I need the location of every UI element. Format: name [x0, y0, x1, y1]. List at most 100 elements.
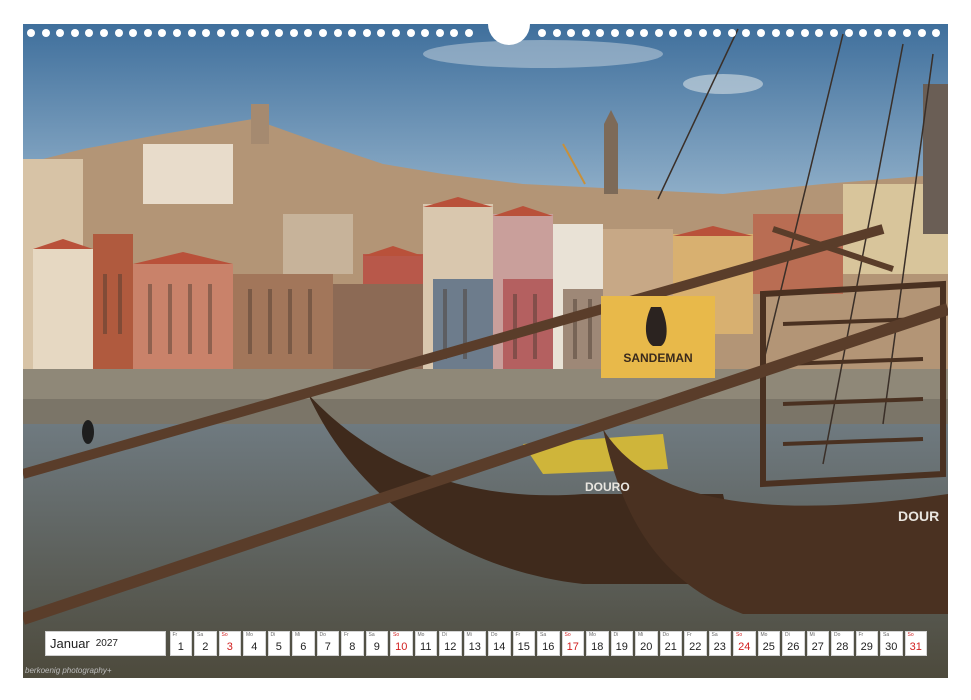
binding-hole	[421, 29, 430, 37]
binding-hole	[917, 29, 926, 37]
day-cell: So 24	[733, 631, 756, 656]
day-weekday: Do	[834, 632, 841, 638]
day-weekday: Do	[319, 632, 326, 638]
day-cell: Do 7	[316, 631, 339, 656]
day-weekday: Di	[270, 632, 276, 638]
day-number: 24	[738, 641, 751, 653]
day-number: 23	[713, 641, 726, 653]
binding-hole	[873, 29, 882, 37]
day-weekday: Do	[491, 632, 498, 638]
binding-hole	[435, 29, 444, 37]
day-weekday: Di	[442, 632, 447, 638]
binding-hole	[932, 29, 941, 37]
day-number: 25	[762, 641, 775, 653]
binding-hole	[465, 29, 473, 37]
binding-hole	[800, 29, 809, 37]
day-cell: Do 28	[831, 631, 854, 656]
day-cell: Sa 2	[194, 631, 217, 656]
calendar-hanger-notch	[488, 24, 530, 45]
binding-hole	[362, 29, 371, 37]
day-weekday: Fr	[172, 632, 178, 638]
day-number: 22	[689, 641, 702, 653]
day-cell: Sa 16	[537, 631, 560, 656]
day-number: 2	[202, 641, 209, 653]
day-cell: Mo 11	[414, 631, 437, 656]
binding-hole	[786, 29, 795, 37]
day-cell: Di 19	[610, 631, 633, 656]
binding-hole	[56, 29, 65, 37]
binding-hole	[698, 29, 707, 37]
day-cell: Fr 29	[855, 631, 878, 656]
day-cell: Di 12	[439, 631, 462, 656]
day-number: 5	[275, 641, 282, 653]
binding-hole	[713, 29, 722, 37]
cormorant-bird	[82, 420, 94, 444]
day-number: 26	[787, 641, 800, 653]
binding-hole	[903, 29, 911, 37]
binding-hole	[260, 29, 269, 37]
day-number: 31	[909, 641, 922, 653]
day-weekday: So	[393, 632, 400, 638]
day-weekday: Mi	[466, 632, 472, 638]
day-cell: Fr 15	[512, 631, 535, 656]
day-weekday: So	[736, 632, 743, 638]
day-cell: Fr 8	[341, 631, 364, 656]
binding-hole	[392, 29, 400, 37]
day-number: 12	[444, 641, 457, 653]
binding-hole	[742, 29, 751, 37]
day-number: 28	[836, 641, 849, 653]
day-cell: Do 14	[488, 631, 511, 656]
day-cell: Mi 6	[292, 631, 315, 656]
binding-hole	[319, 29, 327, 37]
day-cell: So 31	[904, 631, 927, 656]
binding-hole	[289, 29, 298, 37]
binding-hole	[129, 29, 138, 37]
binding-hole	[888, 29, 897, 37]
binding-hole	[669, 29, 678, 37]
day-cell: Sa 30	[880, 631, 903, 656]
day-number: 4	[251, 641, 258, 653]
binding-hole	[684, 29, 692, 37]
binding-hole	[231, 29, 240, 37]
binding-hole	[611, 29, 619, 37]
day-cells: Fr 1 Sa 2 So 3 Mo 4 Di 5 Mi 6 Do 7 Fr 8 Sa 9 So 10 Mo 11 Di 12 M…	[168, 631, 927, 656]
binding-hole	[41, 29, 50, 37]
day-cell: Di 5	[267, 631, 290, 656]
binding-hole	[771, 29, 780, 37]
day-weekday: Mo	[760, 632, 768, 638]
binding-hole	[187, 29, 196, 37]
day-cell: So 3	[218, 631, 241, 656]
day-number: 3	[226, 641, 233, 653]
binding-hole	[246, 29, 254, 37]
day-weekday: Di	[613, 632, 619, 638]
binding-hole	[27, 29, 35, 37]
day-weekday: Fr	[344, 632, 349, 638]
day-weekday: Do	[662, 632, 669, 638]
day-weekday: Fr	[858, 632, 864, 638]
day-weekday: Mo	[246, 632, 253, 638]
day-weekday: Sa	[883, 632, 890, 638]
day-number: 13	[468, 641, 481, 653]
day-number: 14	[493, 641, 506, 653]
day-cell: Fr 1	[169, 631, 192, 656]
day-weekday: Mi	[295, 632, 301, 638]
binding-hole	[85, 29, 94, 37]
photo-illustration: SANDEMAN DOURO DOUR	[23, 24, 948, 678]
day-cell: Mo 4	[243, 631, 266, 656]
day-weekday: Fr	[515, 632, 521, 638]
day-cell: Mi 13	[463, 631, 486, 656]
day-number: 29	[860, 641, 873, 653]
binding-hole	[640, 29, 649, 37]
day-cell: Mo 18	[586, 631, 609, 656]
day-cell: Mi 20	[635, 631, 658, 656]
binding-hole	[552, 29, 561, 37]
binding-hole	[538, 29, 546, 37]
binding-hole	[596, 29, 605, 37]
day-number: 19	[615, 641, 628, 653]
binding-hole	[333, 29, 342, 37]
boat-name-1: DOURO	[585, 480, 630, 494]
binding-hole	[654, 29, 663, 37]
day-number: 30	[885, 641, 898, 653]
binding-hole	[567, 29, 576, 37]
day-weekday: Sa	[540, 632, 547, 638]
